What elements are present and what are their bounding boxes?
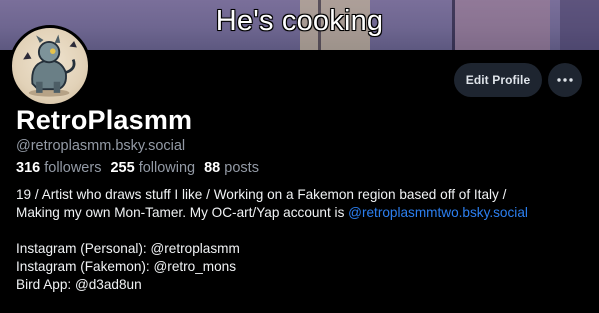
bio-line: Instagram (Fakemon): @retro_mons bbox=[16, 259, 237, 274]
followers-link[interactable]: 316 followers bbox=[16, 160, 101, 176]
following-label: following bbox=[138, 160, 196, 176]
avatar-art-bat bbox=[69, 40, 77, 48]
posts-count: 88 bbox=[204, 160, 221, 176]
avatar-art-tail bbox=[65, 58, 76, 74]
edit-profile-button[interactable]: Edit Profile bbox=[454, 63, 542, 97]
bio-line: Bird App: @d3ad8un bbox=[16, 277, 142, 292]
posts-label: posts bbox=[224, 160, 259, 176]
avatar[interactable] bbox=[9, 25, 91, 107]
profile-handle: @retroplasmm.bsky.social bbox=[16, 138, 186, 154]
bio-line: Making my own Mon-Tamer. My OC-art/Yap a… bbox=[16, 204, 586, 222]
avatar-art-shadow bbox=[28, 89, 70, 97]
bio-text: Making my own Mon-Tamer. My OC-art/Yap a… bbox=[16, 205, 349, 220]
avatar-art-eye bbox=[50, 48, 56, 54]
posts-stat: 88 posts bbox=[204, 160, 259, 176]
ellipsis-icon bbox=[557, 78, 573, 82]
followers-count: 316 bbox=[16, 160, 41, 176]
avatar-art-ear bbox=[54, 34, 61, 43]
more-options-button[interactable] bbox=[548, 63, 582, 97]
profile-stats: 316 followers 255 following 88 posts bbox=[16, 160, 259, 176]
avatar-art-ear bbox=[36, 35, 44, 43]
avatar-art-leg bbox=[53, 81, 61, 93]
followers-label: followers bbox=[44, 160, 102, 176]
avatar-art bbox=[23, 34, 77, 97]
avatar-art-bat bbox=[23, 52, 32, 60]
profile-banner[interactable]: He's cooking bbox=[0, 0, 599, 50]
profile-bio: 19 / Artist who draws stuff I like / Wor… bbox=[16, 186, 586, 294]
display-name: RetroPlasmm bbox=[16, 105, 193, 135]
bio-spacer bbox=[16, 222, 586, 240]
avatar-art-leg bbox=[36, 81, 43, 93]
banner-caption: He's cooking bbox=[215, 5, 384, 37]
bio-line: Instagram (Personal): @retroplasmm bbox=[16, 241, 240, 256]
bio-mention-link[interactable]: @retroplasmmtwo.bsky.social bbox=[348, 205, 528, 220]
bio-line: 19 / Artist who draws stuff I like / Wor… bbox=[16, 187, 507, 202]
following-count: 255 bbox=[110, 160, 135, 176]
avatar-art-head bbox=[37, 40, 61, 64]
following-link[interactable]: 255 following bbox=[110, 160, 195, 176]
